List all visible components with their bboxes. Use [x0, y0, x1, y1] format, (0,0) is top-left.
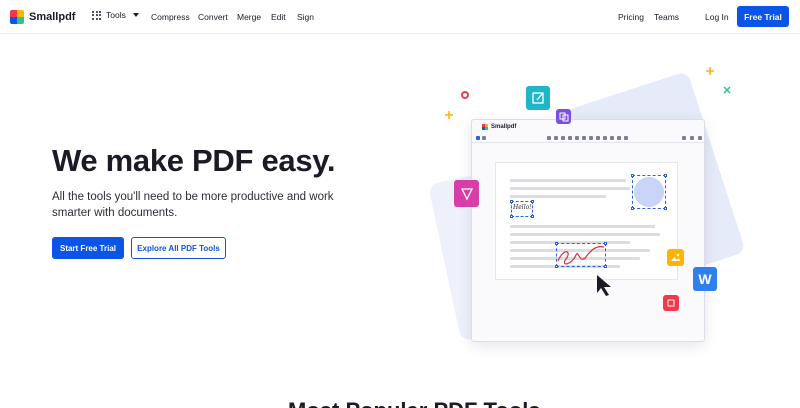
word-icon: W	[693, 267, 717, 291]
free-trial-button[interactable]: Free Trial	[737, 6, 789, 27]
image-icon	[667, 249, 684, 266]
top-nav: Smallpdf Tools Compress Convert Merge Ed…	[0, 0, 800, 34]
explore-tools-button[interactable]: Explore All PDF Tools	[131, 237, 226, 259]
selection-box	[555, 242, 607, 268]
app-title-text: Smallpdf	[491, 124, 517, 130]
nav-link-edit[interactable]: Edit	[271, 12, 286, 22]
nav-link-sign[interactable]: Sign	[297, 12, 314, 22]
document-page: Hello!	[495, 162, 678, 280]
brand-name: Smallpdf	[29, 11, 76, 23]
chevron-down-icon	[132, 13, 139, 17]
app-toolbar	[472, 135, 704, 143]
cross-icon	[723, 86, 731, 94]
smallpdf-logo[interactable]: Smallpdf	[10, 10, 75, 24]
ring-icon	[461, 91, 469, 99]
hero-subtitle: All the tools you'll need to be more pro…	[52, 191, 334, 219]
tools-label: Tools	[106, 10, 126, 20]
cursor-icon	[597, 275, 611, 296]
nav-link-teams[interactable]: Teams	[654, 12, 679, 22]
page: Smallpdf Tools Compress Convert Merge Ed…	[0, 0, 800, 408]
nav-link-convert[interactable]: Convert	[198, 12, 228, 22]
crop-icon	[663, 295, 679, 311]
selection-box	[631, 174, 667, 210]
copy-icon	[556, 109, 571, 124]
nav-link-pricing[interactable]: Pricing	[618, 12, 644, 22]
plus-icon	[445, 111, 453, 119]
hero-title: We make PDF easy.	[52, 143, 336, 178]
plus-icon	[706, 67, 714, 75]
section-heading: Most Popular PDF Tools	[288, 398, 541, 408]
smallpdf-logo-icon	[482, 124, 488, 130]
login-link[interactable]: Log In	[705, 12, 729, 22]
nav-link-merge[interactable]: Merge	[237, 12, 261, 22]
pdf-sign-icon	[454, 180, 479, 207]
app-window-title: Smallpdf	[482, 124, 516, 130]
grid-icon	[92, 10, 101, 20]
edit-pdf-icon	[526, 86, 550, 110]
tools-menu-button[interactable]: Tools	[92, 10, 139, 20]
smallpdf-logo-icon	[10, 10, 24, 24]
hero-illustration: Smallpdf Hello! W	[427, 60, 800, 342]
nav-link-compress[interactable]: Compress	[151, 12, 190, 22]
selection-box	[510, 200, 534, 218]
start-free-trial-button[interactable]: Start Free Trial	[52, 237, 124, 259]
